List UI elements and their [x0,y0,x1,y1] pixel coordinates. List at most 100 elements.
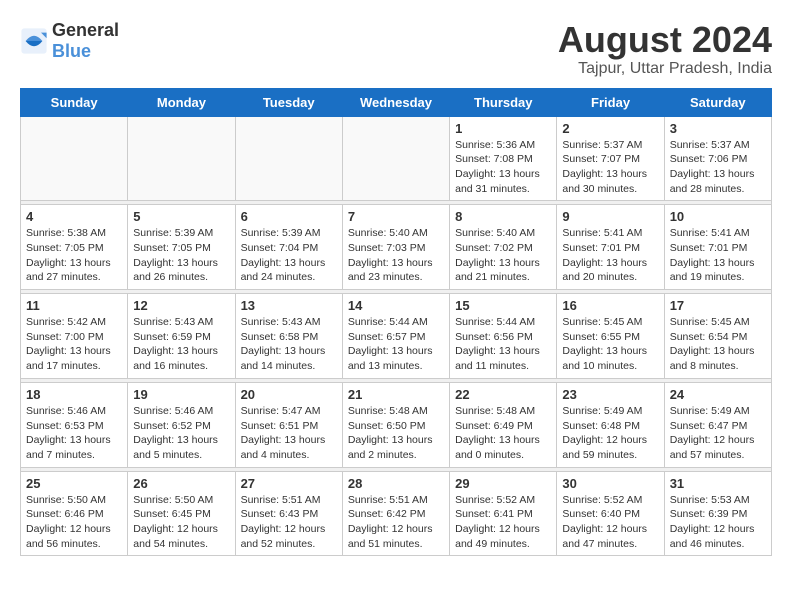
calendar-cell: 21 Sunrise: 5:48 AM Sunset: 6:50 PM Dayli… [342,382,449,467]
day-number: 30 [562,476,658,491]
day-info: Sunrise: 5:52 AM Sunset: 6:40 PM Dayligh… [562,493,658,552]
day-number: 16 [562,298,658,313]
calendar-cell: 8Sunrise: 5:40 AM Sunset: 7:02 PM Daylig… [450,205,557,290]
calendar-cell [342,116,449,201]
calendar-cell: 7 Sunrise: 5:40 AM Sunset: 7:03 PM Daylig… [342,205,449,290]
day-number: 19 [133,387,229,402]
calendar-table: SundayMondayTuesdayWednesdayThursdayFrid… [20,88,772,557]
calendar-cell [235,116,342,201]
calendar-cell: 14 Sunrise: 5:44 AM Sunset: 6:57 PM Dayli… [342,294,449,379]
day-number: 31 [670,476,766,491]
day-number: 4 [26,209,122,224]
day-info: Sunrise: 5:51 AM Sunset: 6:43 PM Dayligh… [241,493,337,552]
calendar-cell: 20Sunrise: 5:47 AM Sunset: 6:51 PM Dayli… [235,382,342,467]
day-info: Sunrise: 5:43 AM Sunset: 6:59 PM Dayligh… [133,315,229,374]
calendar-cell: 17 Sunrise: 5:45 AM Sunset: 6:54 PM Dayli… [664,294,771,379]
calendar-week-row-2: 4 Sunrise: 5:38 AM Sunset: 7:05 PM Daylig… [21,205,772,290]
day-info: Sunrise: 5:44 AM Sunset: 6:57 PM Dayligh… [348,315,444,374]
day-number: 14 [348,298,444,313]
calendar-cell: 23Sunrise: 5:49 AM Sunset: 6:48 PM Dayli… [557,382,664,467]
day-info: Sunrise: 5:43 AM Sunset: 6:58 PM Dayligh… [241,315,337,374]
calendar-cell: 5Sunrise: 5:39 AM Sunset: 7:05 PM Daylig… [128,205,235,290]
day-info: Sunrise: 5:48 AM Sunset: 6:50 PM Dayligh… [348,404,444,463]
day-number: 29 [455,476,551,491]
day-number: 10 [670,209,766,224]
calendar-cell: 4 Sunrise: 5:38 AM Sunset: 7:05 PM Daylig… [21,205,128,290]
day-info: Sunrise: 5:53 AM Sunset: 6:39 PM Dayligh… [670,493,766,552]
page-header: General Blue August 2024 Tajpur, Uttar P… [20,20,772,78]
calendar-cell: 11Sunrise: 5:42 AM Sunset: 7:00 PM Dayli… [21,294,128,379]
calendar-cell: 27 Sunrise: 5:51 AM Sunset: 6:43 PM Dayli… [235,471,342,556]
calendar-cell: 16 Sunrise: 5:45 AM Sunset: 6:55 PM Dayli… [557,294,664,379]
day-info: Sunrise: 5:37 AM Sunset: 7:07 PM Dayligh… [562,138,658,197]
calendar-cell: 12 Sunrise: 5:43 AM Sunset: 6:59 PM Dayli… [128,294,235,379]
calendar-cell: 26 Sunrise: 5:50 AM Sunset: 6:45 PM Dayli… [128,471,235,556]
day-info: Sunrise: 5:39 AM Sunset: 7:04 PM Dayligh… [241,226,337,285]
logo-general: General [52,20,119,40]
logo-text: General Blue [52,20,119,62]
day-info: Sunrise: 5:46 AM Sunset: 6:53 PM Dayligh… [26,404,122,463]
calendar-cell [21,116,128,201]
day-number: 24 [670,387,766,402]
day-number: 28 [348,476,444,491]
day-number: 3 [670,121,766,136]
day-number: 23 [562,387,658,402]
day-info: Sunrise: 5:49 AM Sunset: 6:47 PM Dayligh… [670,404,766,463]
calendar-week-row-5: 25 Sunrise: 5:50 AM Sunset: 6:46 PM Dayli… [21,471,772,556]
day-number: 17 [670,298,766,313]
day-info: Sunrise: 5:38 AM Sunset: 7:05 PM Dayligh… [26,226,122,285]
day-info: Sunrise: 5:45 AM Sunset: 6:54 PM Dayligh… [670,315,766,374]
day-info: Sunrise: 5:41 AM Sunset: 7:01 PM Dayligh… [562,226,658,285]
calendar-cell: 15Sunrise: 5:44 AM Sunset: 6:56 PM Dayli… [450,294,557,379]
day-number: 6 [241,209,337,224]
calendar-header-row: SundayMondayTuesdayWednesdayThursdayFrid… [21,88,772,116]
calendar-cell: 13 Sunrise: 5:43 AM Sunset: 6:58 PM Dayli… [235,294,342,379]
day-number: 18 [26,387,122,402]
day-number: 27 [241,476,337,491]
day-info: Sunrise: 5:51 AM Sunset: 6:42 PM Dayligh… [348,493,444,552]
day-info: Sunrise: 5:41 AM Sunset: 7:01 PM Dayligh… [670,226,766,285]
column-header-saturday: Saturday [664,88,771,116]
calendar-cell [128,116,235,201]
calendar-cell: 31 Sunrise: 5:53 AM Sunset: 6:39 PM Dayli… [664,471,771,556]
calendar-cell: 2Sunrise: 5:37 AM Sunset: 7:07 PM Daylig… [557,116,664,201]
day-info: Sunrise: 5:50 AM Sunset: 6:45 PM Dayligh… [133,493,229,552]
day-number: 9 [562,209,658,224]
day-number: 26 [133,476,229,491]
calendar-cell: 28 Sunrise: 5:51 AM Sunset: 6:42 PM Dayli… [342,471,449,556]
calendar-week-row-1: 1Sunrise: 5:36 AM Sunset: 7:08 PM Daylig… [21,116,772,201]
day-info: Sunrise: 5:40 AM Sunset: 7:03 PM Dayligh… [348,226,444,285]
day-info: Sunrise: 5:42 AM Sunset: 7:00 PM Dayligh… [26,315,122,374]
title-block: August 2024 Tajpur, Uttar Pradesh, India [558,20,772,78]
calendar-cell: 10 Sunrise: 5:41 AM Sunset: 7:01 PM Dayli… [664,205,771,290]
day-number: 21 [348,387,444,402]
calendar-cell: 18 Sunrise: 5:46 AM Sunset: 6:53 PM Dayli… [21,382,128,467]
day-info: Sunrise: 5:50 AM Sunset: 6:46 PM Dayligh… [26,493,122,552]
day-number: 22 [455,387,551,402]
calendar-cell: 19Sunrise: 5:46 AM Sunset: 6:52 PM Dayli… [128,382,235,467]
calendar-cell: 9 Sunrise: 5:41 AM Sunset: 7:01 PM Daylig… [557,205,664,290]
day-info: Sunrise: 5:39 AM Sunset: 7:05 PM Dayligh… [133,226,229,285]
logo-blue: Blue [52,41,91,61]
calendar-cell: 6 Sunrise: 5:39 AM Sunset: 7:04 PM Daylig… [235,205,342,290]
day-number: 7 [348,209,444,224]
calendar-cell: 25 Sunrise: 5:50 AM Sunset: 6:46 PM Dayli… [21,471,128,556]
day-info: Sunrise: 5:36 AM Sunset: 7:08 PM Dayligh… [455,138,551,197]
day-info: Sunrise: 5:44 AM Sunset: 6:56 PM Dayligh… [455,315,551,374]
calendar-week-row-3: 11Sunrise: 5:42 AM Sunset: 7:00 PM Dayli… [21,294,772,379]
column-header-tuesday: Tuesday [235,88,342,116]
day-number: 8 [455,209,551,224]
location-subtitle: Tajpur, Uttar Pradesh, India [558,60,772,78]
column-header-monday: Monday [128,88,235,116]
day-info: Sunrise: 5:37 AM Sunset: 7:06 PM Dayligh… [670,138,766,197]
column-header-thursday: Thursday [450,88,557,116]
day-number: 13 [241,298,337,313]
calendar-cell: 24 Sunrise: 5:49 AM Sunset: 6:47 PM Dayli… [664,382,771,467]
calendar-cell: 3 Sunrise: 5:37 AM Sunset: 7:06 PM Daylig… [664,116,771,201]
day-number: 25 [26,476,122,491]
day-info: Sunrise: 5:45 AM Sunset: 6:55 PM Dayligh… [562,315,658,374]
day-info: Sunrise: 5:48 AM Sunset: 6:49 PM Dayligh… [455,404,551,463]
day-number: 12 [133,298,229,313]
calendar-cell: 22 Sunrise: 5:48 AM Sunset: 6:49 PM Dayli… [450,382,557,467]
month-year-title: August 2024 [558,20,772,60]
